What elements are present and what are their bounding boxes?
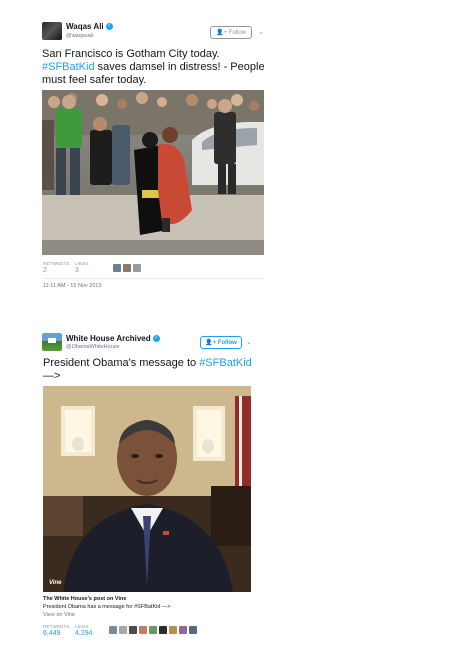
retweets-count[interactable]: 6,449 (43, 630, 61, 637)
vine-logo-icon: Vine (49, 580, 62, 586)
author-name[interactable]: Waqas Ali ✓ (66, 22, 113, 31)
author-avatar[interactable] (42, 333, 62, 351)
verified-badge-icon: ✓ (105, 23, 113, 31)
likes-count[interactable]: 4,294 (75, 630, 93, 637)
liker-avatar[interactable] (113, 264, 121, 272)
tweet-text: President Obama's message to #SFBatKid —… (43, 357, 252, 382)
likes-label: LIKES (75, 261, 89, 266)
retweets-label: RETWEETS (43, 624, 70, 629)
card-title[interactable]: The White House's post on Vine (43, 596, 126, 602)
author-handle[interactable]: @ObamaWhiteHouse (66, 344, 120, 350)
obama-video-frame (43, 386, 251, 592)
liker-avatar[interactable] (169, 626, 177, 634)
chevron-down-icon[interactable]: ⌄ (258, 28, 264, 36)
hashtag-link[interactable]: #SFBatKid (42, 61, 95, 73)
liker-avatar[interactable] (149, 626, 157, 634)
liker-avatars (109, 626, 197, 634)
liker-avatars (113, 264, 141, 272)
liker-avatar[interactable] (123, 264, 131, 272)
retweets-label: RETWEETS (43, 261, 70, 266)
liker-avatar[interactable] (129, 626, 137, 634)
divider (42, 278, 264, 279)
author-handle[interactable]: @waqasali (66, 33, 93, 39)
follow-person-icon: 👤+ (205, 340, 217, 346)
likes-count[interactable]: 3 (75, 267, 79, 274)
follow-button[interactable]: 👤+ Follow (210, 26, 252, 39)
retweets-count[interactable]: 2 (43, 267, 47, 274)
hashtag-link[interactable]: #SFBatKid (199, 357, 252, 369)
tweet-timestamp[interactable]: 11:11 AM - 15 Nov 2013 (43, 283, 102, 289)
author-name[interactable]: White House Archived ✓ (66, 334, 160, 343)
liker-avatar[interactable] (159, 626, 167, 634)
tweet-text: San Francisco is Gotham City today. #SFB… (42, 48, 265, 86)
verified-badge-icon: ✓ (152, 335, 160, 343)
tweet-photo[interactable] (42, 90, 264, 255)
liker-avatar[interactable] (133, 264, 141, 272)
card-description: President Obama has a message for #SFBat… (43, 604, 171, 610)
batkid-photo (42, 90, 264, 255)
author-avatar[interactable] (42, 22, 62, 40)
follow-person-icon: 👤+ (216, 30, 227, 36)
liker-avatar[interactable] (139, 626, 147, 634)
vine-video[interactable]: Vine (43, 386, 251, 592)
liker-avatar[interactable] (119, 626, 127, 634)
liker-avatar[interactable] (189, 626, 197, 634)
follow-button[interactable]: 👤+ Follow (200, 336, 242, 349)
card-link[interactable]: View on Vine (43, 612, 75, 618)
liker-avatar[interactable] (179, 626, 187, 634)
likes-label: LIKES (75, 624, 89, 629)
chevron-down-icon[interactable]: ⌄ (246, 338, 252, 346)
liker-avatar[interactable] (109, 626, 117, 634)
